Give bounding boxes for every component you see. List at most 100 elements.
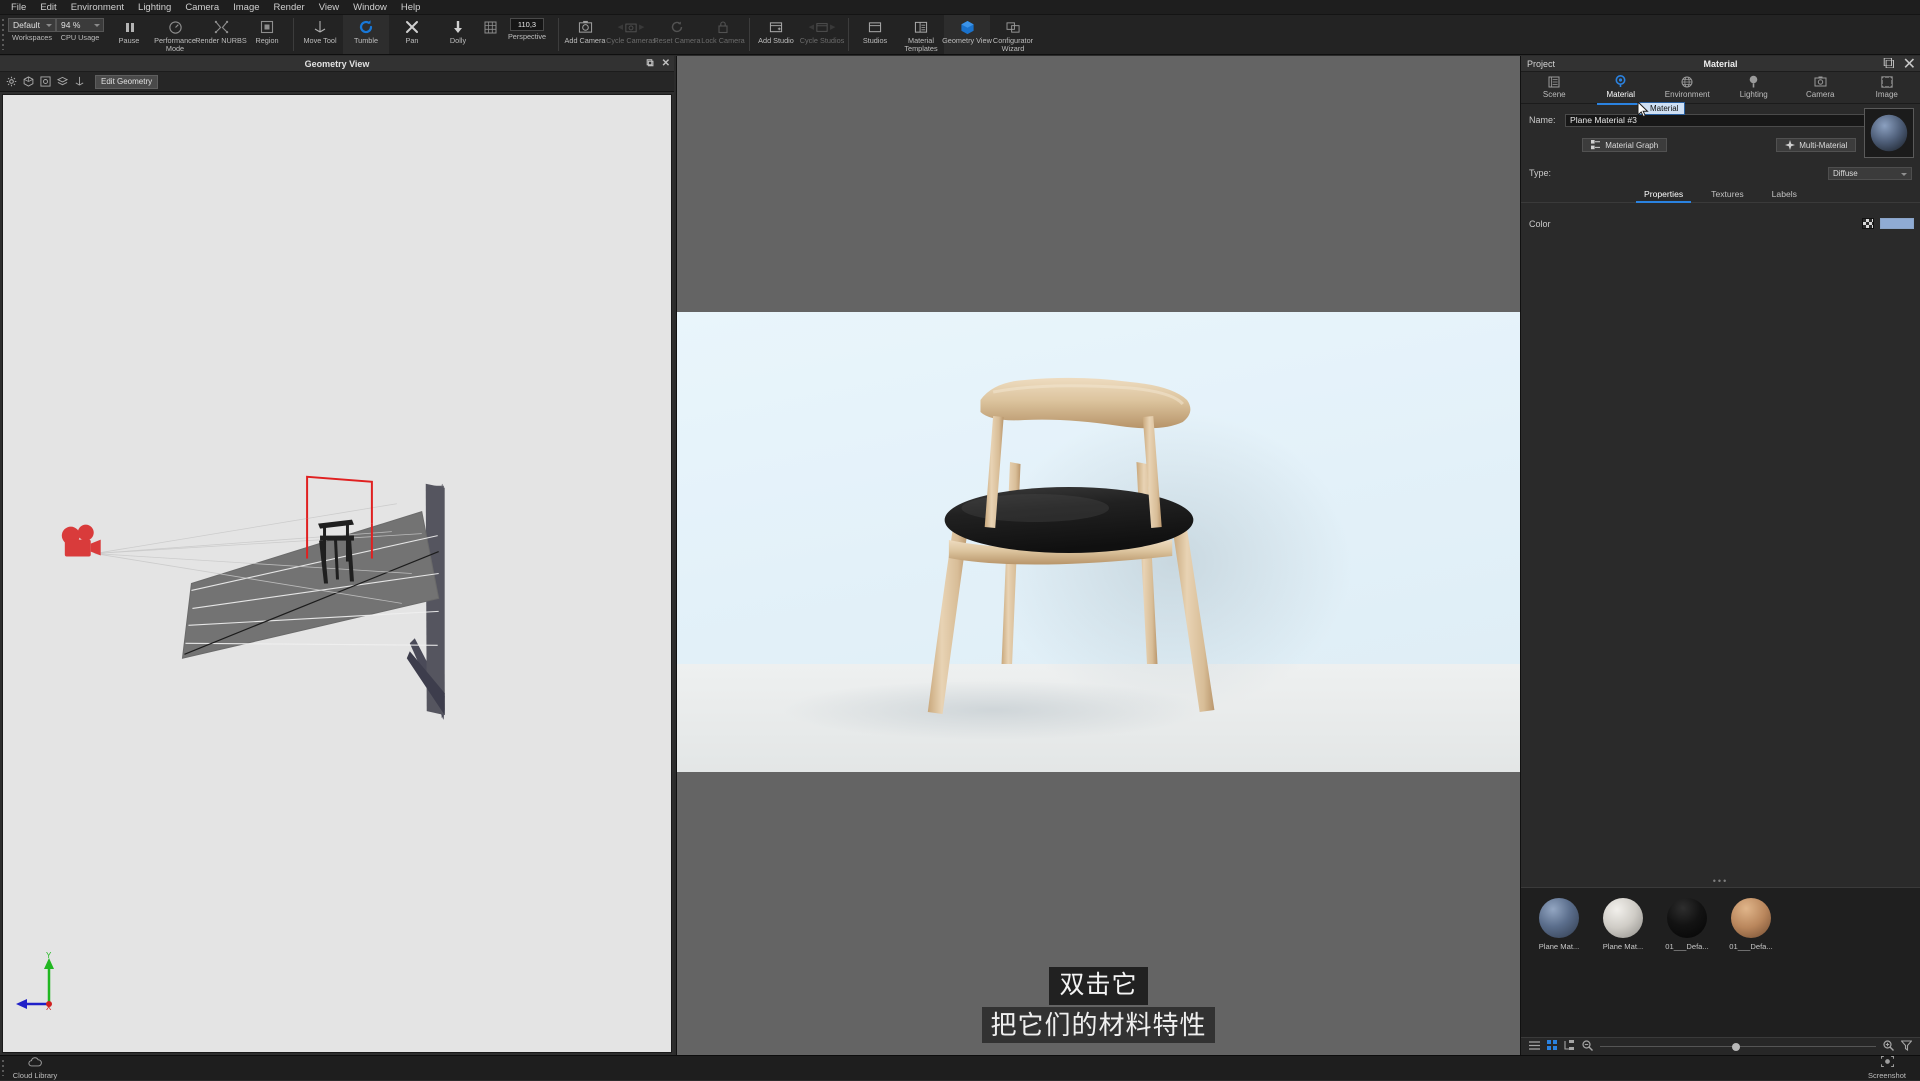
menu-item-lighting[interactable]: Lighting <box>131 0 178 15</box>
tumble-button[interactable]: Tumble <box>343 15 389 54</box>
pause-button[interactable]: Pause <box>106 15 152 54</box>
perspective-field[interactable]: 110,3 Perspective <box>499 15 555 54</box>
mouse-cursor-icon <box>1637 102 1649 118</box>
pause-icon <box>123 18 136 36</box>
lock-camera-button[interactable]: Lock Camera <box>700 15 746 54</box>
cpu-usage-selector[interactable]: 94 % CPU Usage <box>56 15 104 54</box>
pan-label: Pan <box>386 37 438 45</box>
reset-camera-button[interactable]: Reset Camera <box>654 15 700 54</box>
menu-item-edit[interactable]: Edit <box>33 0 63 15</box>
menu-bar: File Edit Environment Lighting Camera Im… <box>0 0 1920 15</box>
perspective-button[interactable] <box>481 15 499 54</box>
material-preview-thumbnail[interactable] <box>1864 108 1914 158</box>
cycle-studios-label: Cycle Studios <box>796 37 848 45</box>
menu-item-help[interactable]: Help <box>394 0 428 15</box>
zoom-out-icon[interactable] <box>1582 1040 1593 1054</box>
list-item[interactable]: 01___Defa... <box>1661 898 1713 951</box>
restore-icon[interactable]: ⧉ <box>1883 55 1894 73</box>
grid-view-icon[interactable] <box>1547 1040 1557 1053</box>
render-image[interactable] <box>677 312 1520 772</box>
tree-view-icon[interactable] <box>1564 1040 1575 1053</box>
dolly-button[interactable]: Dolly <box>435 15 481 54</box>
alpha-checker-icon[interactable] <box>1862 218 1874 229</box>
material-thumbnail-0[interactable] <box>1539 898 1579 938</box>
menu-item-image[interactable]: Image <box>226 0 266 15</box>
workspaces-value[interactable]: Default <box>8 18 56 32</box>
menu-item-window[interactable]: Window <box>346 0 394 15</box>
geometry-view-label: Geometry View <box>941 37 993 45</box>
move-tool-button[interactable]: Move Tool <box>297 15 343 54</box>
region-button[interactable]: Region <box>244 15 290 54</box>
list-view-icon[interactable] <box>1529 1041 1540 1053</box>
performance-mode-button[interactable]: Performance Mode <box>152 15 198 54</box>
material-name-row: Name: Plane Material #3 Material <box>1521 110 1920 130</box>
render-nurbs-button[interactable]: Render NURBS <box>198 15 244 54</box>
multi-material-button[interactable]: Multi-Material <box>1776 138 1856 152</box>
cycle-studios-button[interactable]: ◀ ▶ Cycle Studios <box>799 15 845 54</box>
add-studio-button[interactable]: Add Studio <box>753 15 799 54</box>
tab-scene[interactable]: Scene <box>1521 75 1588 104</box>
tumble-label: Tumble <box>340 37 392 45</box>
cube-icon[interactable] <box>21 74 36 89</box>
zoom-in-icon[interactable] <box>1883 1040 1894 1054</box>
menu-item-environment[interactable]: Environment <box>64 0 131 15</box>
tab-lighting[interactable]: Lighting <box>1721 75 1788 104</box>
material-graph-button[interactable]: Material Graph <box>1582 138 1667 152</box>
sub-tab-properties[interactable]: Properties <box>1630 187 1697 202</box>
restore-icon[interactable]: ⧉ <box>646 59 653 69</box>
menu-item-view[interactable]: View <box>312 0 346 15</box>
layers-icon[interactable] <box>55 74 70 89</box>
cycle-cameras-button[interactable]: ◀ ▶ Cycle Cameras <box>608 15 654 54</box>
move-tool-icon[interactable] <box>72 74 87 89</box>
configurator-wizard-button[interactable]: Configurator Wizard <box>990 15 1036 54</box>
cloud-library-button[interactable]: Cloud Library <box>6 1056 64 1081</box>
statusbar-drag-handle[interactable] <box>0 1056 6 1080</box>
material-name-input[interactable]: Plane Material #3 <box>1565 114 1892 127</box>
list-item[interactable]: Plane Mat... <box>1597 898 1649 951</box>
add-camera-button[interactable]: Add Camera <box>562 15 608 54</box>
list-item[interactable]: Plane Mat... <box>1533 898 1585 951</box>
axis-label-y: Y <box>46 951 52 960</box>
close-icon[interactable]: ✕ <box>662 59 670 69</box>
material-thumbnail-1[interactable] <box>1603 898 1643 938</box>
sub-tab-labels[interactable]: Labels <box>1758 187 1811 202</box>
tab-camera[interactable]: Camera <box>1787 75 1854 104</box>
workspaces-selector[interactable]: Default Workspaces <box>8 15 56 54</box>
material-type-select[interactable]: Diffuse <box>1828 167 1912 180</box>
list-item[interactable]: 01___Defa... <box>1725 898 1777 951</box>
pan-button[interactable]: Pan <box>389 15 435 54</box>
edit-geometry-button[interactable]: Edit Geometry <box>95 75 158 89</box>
material-thumbnail-2[interactable] <box>1667 898 1707 938</box>
filter-icon[interactable] <box>1901 1040 1912 1054</box>
library-size-slider[interactable] <box>1600 1041 1876 1053</box>
render-view-panel[interactable]: 双击它 把它们的材料特性 <box>676 56 1520 1055</box>
tab-environment[interactable]: Environment <box>1654 75 1721 104</box>
slider-knob[interactable] <box>1732 1043 1740 1051</box>
perspective-value[interactable]: 110,3 <box>510 18 544 31</box>
library-resize-handle[interactable]: ••• <box>1521 875 1920 887</box>
geometry-viewport[interactable]: Y X <box>2 94 672 1053</box>
menu-item-file[interactable]: File <box>4 0 33 15</box>
close-icon[interactable]: ✕ <box>1903 54 1916 74</box>
menu-item-camera[interactable]: Camera <box>178 0 226 15</box>
cycle-next-arrow[interactable]: ▶ <box>639 23 644 31</box>
tab-image[interactable]: Image <box>1854 75 1920 104</box>
camera-frame-icon[interactable] <box>38 74 53 89</box>
material-library-grid[interactable]: Plane Mat... Plane Mat... 01___Defa... 0… <box>1521 887 1920 1037</box>
cycle-prev-arrow[interactable]: ◀ <box>618 23 623 31</box>
material-thumbnail-3[interactable] <box>1731 898 1771 938</box>
tab-material[interactable]: Material <box>1588 75 1655 104</box>
project-window-buttons: ⧉ ✕ <box>1883 54 1916 74</box>
cpu-usage-value[interactable]: 94 % <box>56 18 104 32</box>
gear-icon[interactable] <box>4 74 19 89</box>
geometry-view-button[interactable]: Geometry View <box>944 15 990 54</box>
cycle-studio-next-arrow[interactable]: ▶ <box>830 23 835 31</box>
material-templates-button[interactable]: Material Templates <box>898 15 944 54</box>
sub-tab-textures[interactable]: Textures <box>1697 187 1757 202</box>
menu-item-render[interactable]: Render <box>267 0 312 15</box>
screenshot-button[interactable]: Screenshot <box>1858 1056 1916 1081</box>
color-swatch[interactable] <box>1880 218 1914 229</box>
toolbar-drag-handle[interactable] <box>0 15 6 54</box>
studios-button[interactable]: Studios <box>852 15 898 54</box>
cycle-studio-prev-arrow[interactable]: ◀ <box>809 23 814 31</box>
